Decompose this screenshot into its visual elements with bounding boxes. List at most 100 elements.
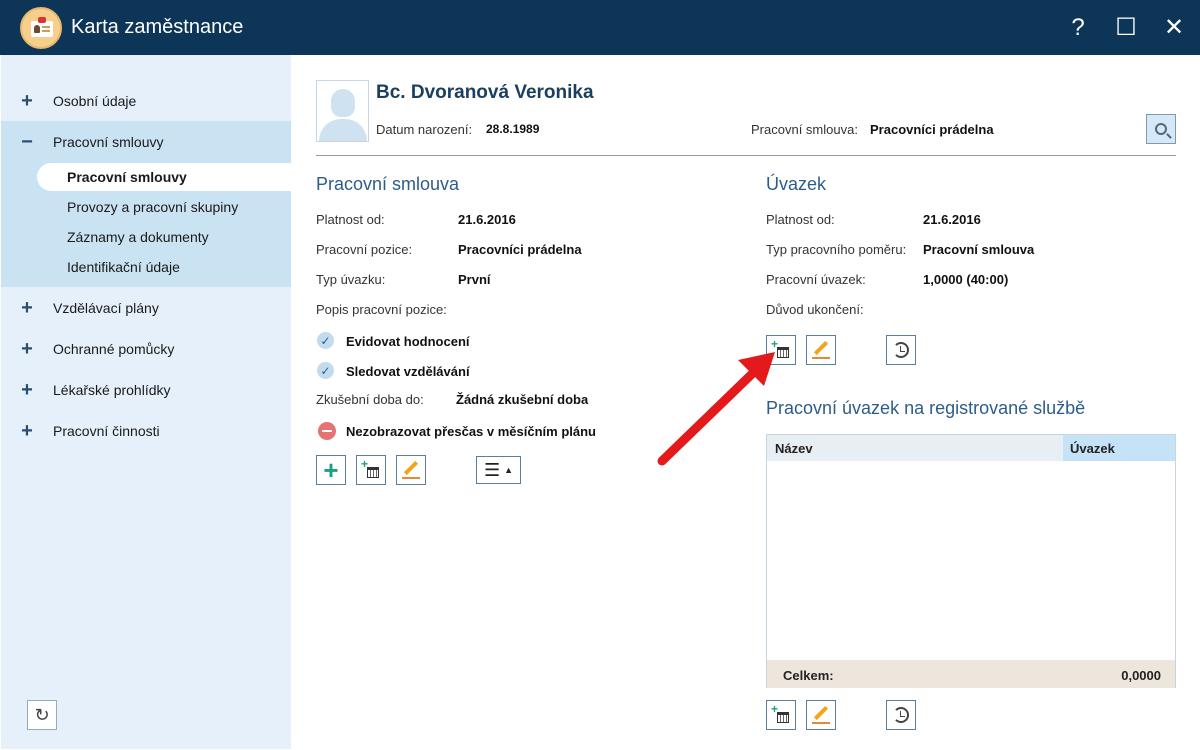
refresh-icon: ↻ — [34, 704, 50, 725]
sidebar-item-label: Vzdělávací plány — [53, 300, 159, 316]
expand-icon: + — [21, 296, 33, 319]
employee-card-icon — [20, 7, 62, 49]
workload-value: 1,0000 (40:00) — [923, 272, 1009, 287]
registered-edit-button[interactable] — [806, 700, 836, 730]
registered-section-title: Pracovní úvazek na registrované službě — [766, 398, 1086, 418]
workload-add-date-button[interactable]: + — [766, 335, 796, 365]
contract-header-value: Pracovníci prádelna — [870, 122, 994, 137]
workload-section-title: Úvazek — [766, 174, 827, 194]
contract-position-label: Pracovní pozice: — [316, 242, 413, 257]
maximize-button[interactable]: ☐ — [1102, 0, 1150, 55]
contract-valid-from-label: Platnost od: — [316, 212, 385, 227]
sidebar-item-label: Ochranné pomůcky — [53, 341, 175, 357]
check-icon: ✓ — [317, 362, 334, 379]
total-label: Celkem: — [783, 668, 834, 683]
column-header-name[interactable]: Název — [775, 441, 813, 456]
plus-icon: + — [323, 455, 339, 485]
search-button[interactable] — [1146, 114, 1176, 144]
sidebar-subitem-pracovni-smlouvy[interactable]: Pracovní smlouvy — [37, 163, 291, 191]
sidebar-subitem-label: Pracovní smlouvy — [67, 169, 187, 185]
employee-name: Bc. Dvoranová Veronika — [376, 82, 594, 103]
birth-date-value: 28.8.1989 — [486, 122, 540, 136]
termination-reason-label: Důvod ukončení: — [766, 302, 864, 317]
pencil-icon — [812, 705, 830, 724]
sidebar-item-lekarske-prohlidky[interactable]: + Lékařské prohlídky — [1, 370, 291, 410]
maximize-icon: ☐ — [1115, 14, 1137, 41]
sidebar-item-label: Lékařské prohlídky — [53, 382, 171, 398]
contract-header-label: Pracovní smlouva: — [751, 122, 858, 137]
registered-table: Název Úvazek Celkem: 0,0000 — [766, 434, 1176, 688]
probation-value: Žádná zkušební doba — [456, 392, 589, 407]
expand-icon: + — [21, 378, 33, 401]
contract-type-label: Typ úvazku: — [316, 272, 386, 287]
history-icon — [893, 342, 909, 358]
workload-history-button[interactable] — [886, 335, 916, 365]
sidebar-subitem-identifikacni[interactable]: Identifikační údaje — [37, 253, 291, 281]
workload-label: Pracovní úvazek: — [766, 272, 866, 287]
expand-icon: + — [21, 337, 33, 360]
avatar — [316, 80, 369, 142]
refresh-button[interactable]: ↻ — [27, 700, 57, 730]
caret-up-icon: ▲ — [504, 465, 514, 475]
search-icon — [1155, 123, 1167, 135]
workload-valid-from-value: 21.6.2016 — [923, 212, 981, 227]
minus-circle-icon — [318, 422, 336, 440]
sidebar-subitem-label: Identifikační údaje — [67, 259, 180, 275]
sidebar-item-pracovni-smlouvy[interactable]: − Pracovní smlouvy — [1, 122, 291, 162]
employment-type-label: Typ pracovního poměru: — [766, 242, 907, 257]
workload-valid-from-label: Platnost od: — [766, 212, 835, 227]
employment-type-value: Pracovní smlouva — [923, 242, 1035, 257]
check-icon: ✓ — [317, 332, 334, 349]
sidebar-item-label: Pracovní smlouvy — [53, 134, 164, 150]
sidebar-item-ochranne-pomucky[interactable]: + Ochranné pomůcky — [1, 329, 291, 369]
contract-edit-button[interactable] — [396, 455, 426, 485]
sidebar-item-osobni-udaje[interactable]: + Osobní údaje — [1, 81, 291, 121]
position-description-label: Popis pracovní pozice: — [316, 302, 447, 317]
sidebar-item-label: Osobní údaje — [53, 93, 137, 109]
calendar-add-icon: + — [771, 702, 790, 724]
header-divider — [316, 155, 1176, 156]
contract-menu-button[interactable]: ☰ ▲ — [476, 456, 521, 484]
registered-add-date-button[interactable]: + — [766, 700, 796, 730]
help-button[interactable]: ? — [1054, 0, 1102, 55]
add-contract-button[interactable]: + — [316, 455, 346, 485]
flag-evaluation: Evidovat hodnocení — [346, 334, 470, 349]
pencil-icon — [812, 340, 830, 359]
history-icon — [893, 707, 909, 723]
expand-icon: + — [21, 89, 33, 112]
sidebar-item-label: Pracovní činnosti — [53, 423, 160, 439]
sidebar-subitem-label: Provozy a pracovní skupiny — [67, 199, 239, 215]
title-bar: Karta zaměstnance ? ☐ ✕ — [0, 0, 1200, 55]
sidebar-subitem-zaznamy[interactable]: Záznamy a dokumenty — [37, 223, 291, 251]
close-button[interactable]: ✕ — [1150, 0, 1198, 55]
contract-position-value: Pracovníci prádelna — [458, 242, 582, 257]
close-icon: ✕ — [1163, 14, 1185, 41]
table-header: Název Úvazek — [767, 435, 1175, 461]
sidebar-subitem-provozy[interactable]: Provozy a pracovní skupiny — [37, 193, 291, 221]
contract-valid-from-value: 21.6.2016 — [458, 212, 516, 227]
sidebar: + Osobní údaje − Pracovní smlouvy Pracov… — [1, 55, 291, 749]
calendar-add-icon: + — [771, 337, 790, 359]
contract-section-title: Pracovní smlouva — [316, 174, 460, 194]
overtime-flag: Nezobrazovat přesčas v měsíčním plánu — [346, 424, 596, 439]
contract-add-date-button[interactable]: + — [356, 455, 386, 485]
probation-label: Zkušební doba do: — [316, 392, 424, 407]
pencil-icon — [402, 460, 420, 479]
sidebar-item-pracovni-cinnosti[interactable]: + Pracovní činnosti — [1, 411, 291, 451]
flag-education: Sledovat vzdělávání — [346, 364, 470, 379]
sidebar-subitem-label: Záznamy a dokumenty — [67, 229, 209, 245]
table-footer: Celkem: 0,0000 — [767, 660, 1175, 688]
window-title: Karta zaměstnance — [71, 16, 244, 38]
birth-date-label: Datum narození: — [376, 122, 473, 137]
help-icon: ? — [1071, 13, 1085, 41]
main-panel: Bc. Dvoranová Veronika Datum narození: 2… — [291, 55, 1199, 749]
column-header-workload[interactable]: Úvazek — [1063, 435, 1175, 461]
collapse-icon: − — [21, 130, 33, 153]
workload-edit-button[interactable] — [806, 335, 836, 365]
sidebar-item-vzdelavaci-plany[interactable]: + Vzdělávací plány — [1, 288, 291, 328]
registered-history-button[interactable] — [886, 700, 916, 730]
calendar-add-icon: + — [361, 457, 380, 479]
expand-icon: + — [21, 419, 33, 442]
menu-icon: ☰ — [483, 459, 501, 480]
total-value: 0,0000 — [1121, 668, 1161, 683]
